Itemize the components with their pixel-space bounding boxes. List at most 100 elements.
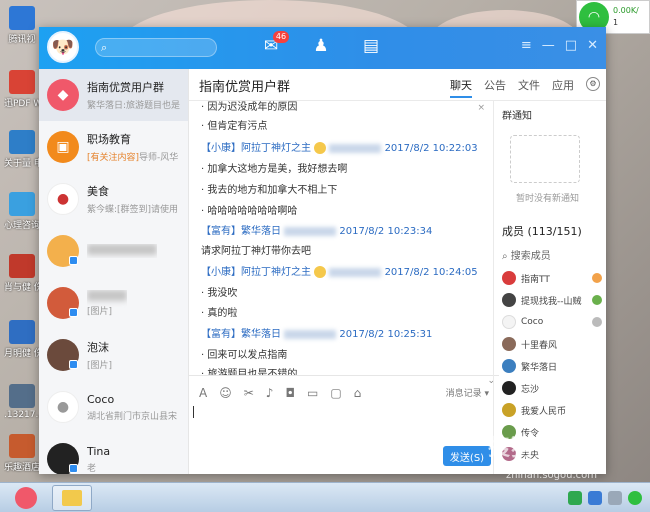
message-meta: 【富有】繁华落日 2017/8/2 10:25:31: [201, 329, 433, 340]
member-avatar: [502, 403, 516, 417]
taskbar-app[interactable]: [52, 484, 92, 511]
members-title: 成员 (113/151): [502, 225, 582, 238]
maximize-icon[interactable]: □: [565, 38, 577, 53]
message-text: · 加拿大这地方是美，我好想去啊: [201, 164, 348, 175]
conversation-item[interactable]: 泡沫 [图片]: [39, 329, 188, 381]
wifi-icon[interactable]: [628, 490, 642, 505]
start-button[interactable]: [6, 485, 46, 511]
desktop-icon[interactable]: 乐趣酒店 公酒店地: [4, 434, 40, 473]
apps-icon[interactable]: ▤: [361, 33, 381, 59]
status-badge: [69, 308, 78, 317]
member-item[interactable]: 我爱人民币: [502, 401, 602, 419]
group-avatar: ●: [47, 183, 79, 215]
blurred-name: [87, 289, 127, 301]
message-meta: 【小康】阿拉丁神灯之主 2017/8/2 10:22:03: [201, 142, 478, 154]
member-avatar: [502, 359, 516, 373]
tab-announcement[interactable]: 公告: [484, 77, 506, 98]
send-button[interactable]: 发送(S): [443, 446, 491, 466]
tab-files[interactable]: 文件: [518, 77, 540, 98]
search-input[interactable]: ⌕: [95, 38, 217, 57]
menu-icon[interactable]: ≡: [521, 38, 532, 53]
message-area[interactable]: × · 因为迟没成年的原因 · 但肯定有污点 【小康】阿拉丁神灯之主 2017/…: [189, 101, 489, 375]
tab-chat[interactable]: 聊天: [450, 77, 472, 98]
search-icon: ⌕: [101, 41, 108, 54]
help-icon[interactable]: [588, 490, 602, 505]
group-avatar: ◆: [47, 79, 79, 111]
app-icon: [9, 254, 35, 278]
member-item[interactable]: 十里春风: [502, 335, 602, 353]
voice-icon[interactable]: ♪: [266, 386, 274, 400]
desktop-icon[interactable]: 腾讯视: [4, 6, 40, 45]
desktop-icon[interactable]: 月明健 伤所: [4, 320, 40, 359]
member-item[interactable]: 忘沙: [502, 379, 602, 397]
notice-empty-illustration: [510, 135, 580, 183]
notice-empty-text: 暂时没有新通知: [516, 194, 580, 204]
text-input[interactable]: [193, 406, 194, 418]
desktop-icon[interactable]: .13217..: [4, 384, 40, 420]
system-tray: [568, 490, 650, 505]
title-bar: 🐶 ⌕ ✉ 46 ♟ ▤ ≡ — □ ✕: [39, 27, 606, 69]
member-item[interactable]: 繁华落日: [502, 357, 602, 375]
message-text: · 我去的地方和加拿大不相上下: [201, 185, 338, 196]
chat-header: 指南优赏用户群 聊天 公告 文件 应用 ⚙: [189, 69, 606, 101]
shake-icon[interactable]: ⌂: [354, 386, 362, 400]
contact-avatar: ●: [47, 391, 79, 423]
start-icon: [15, 486, 37, 509]
close-icon[interactable]: ×: [477, 103, 485, 113]
conversation-item[interactable]: Tina 老: [39, 433, 188, 474]
member-item[interactable]: 提现找我--山贼: [502, 291, 602, 309]
status-badge: [69, 256, 78, 265]
app-icon: [9, 192, 35, 216]
tray-app-icon[interactable]: [568, 490, 582, 505]
conversation-item[interactable]: [39, 225, 188, 277]
desktop-icon[interactable]: 迅PDF Word: [4, 70, 40, 109]
desktop-icons: 腾讯视 迅PDF Word 关于量 申总商业 心理咨询 肖与健 伤所 月明健 伤…: [0, 0, 42, 490]
message-badge: 46: [273, 31, 289, 43]
watermark: 搜狗指南: [488, 436, 581, 461]
message-meta: 【富有】繁华落日 2017/8/2 10:23:34: [201, 226, 433, 237]
conversation-item[interactable]: ● Coco 湖北省荆门市京山县宋: [39, 381, 188, 433]
blurred-name: [87, 244, 157, 255]
message-text: · 因为迟没成年的原因: [201, 102, 298, 113]
chat-title: 指南优赏用户群: [199, 80, 291, 95]
app-icon: [9, 130, 35, 154]
member-item[interactable]: 指南TT: [502, 269, 602, 287]
font-icon[interactable]: A: [199, 386, 207, 400]
contacts-icon[interactable]: ♟: [311, 33, 331, 59]
conversation-item[interactable]: ● 美食 紫今蝶:[群签到]请使用: [39, 173, 188, 225]
folder-icon[interactable]: ▢: [330, 386, 341, 400]
gift-icon[interactable]: ◘: [285, 386, 295, 400]
member-avatar: [502, 337, 516, 351]
conversation-item[interactable]: ◆ 指南优赏用户群 繁华落日:旅游题目也是: [39, 69, 188, 121]
member-search[interactable]: ⌕ 搜索成员: [502, 247, 551, 262]
minimize-icon[interactable]: —: [542, 38, 555, 53]
message-text: · 回来可以发点指南: [201, 350, 288, 361]
folder-icon: [62, 489, 82, 506]
member-avatar: [502, 381, 516, 395]
conversation-item[interactable]: [图片]: [39, 277, 188, 329]
message-text: 请求阿拉丁神灯带你去吧: [201, 246, 311, 257]
member-item[interactable]: Coco: [502, 313, 602, 331]
desktop-icon[interactable]: 关于量 申总商业: [4, 130, 40, 169]
emoji-icon: [314, 142, 327, 154]
desktop-icon[interactable]: 心理咨询: [4, 192, 40, 231]
history-button[interactable]: 消息记录 ▾: [446, 386, 489, 399]
user-avatar[interactable]: 🐶: [47, 31, 79, 63]
close-icon[interactable]: ✕: [587, 38, 598, 53]
conversation-item[interactable]: ▣ 职场教育 [有关注内容]导师-风华: [39, 121, 188, 173]
settings-icon[interactable]: ⚙: [586, 77, 600, 91]
desktop-icon[interactable]: 肖与健 伤所: [4, 254, 40, 293]
conversation-list: ◆ 指南优赏用户群 繁华落日:旅游题目也是 ▣ 职场教育 [有关注内容]导师-风华 …: [39, 69, 189, 474]
message-icon[interactable]: ✉ 46: [261, 31, 289, 59]
search-icon: ⌕: [502, 251, 511, 262]
tray-app-icon[interactable]: [608, 490, 622, 505]
member-avatar: [502, 315, 516, 329]
download-speed: 1: [613, 18, 619, 27]
screenshot-icon[interactable]: ✂: [244, 386, 254, 400]
upload-speed: 0.00K/: [613, 6, 639, 15]
tab-apps[interactable]: 应用: [552, 77, 574, 98]
image-icon[interactable]: ▭: [307, 386, 318, 400]
emoji-picker-icon[interactable]: ☺: [219, 386, 232, 400]
member-avatar: [502, 271, 516, 285]
message-text: · 但肯定有污点: [201, 121, 268, 132]
